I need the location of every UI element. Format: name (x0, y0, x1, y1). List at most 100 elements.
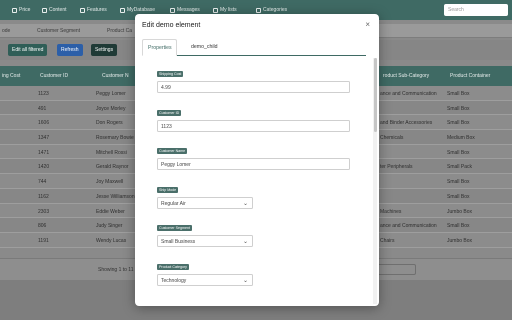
customer-name-input[interactable]: Peggy Lomer (157, 158, 350, 170)
cell-customer-name: Peggy Lomer (96, 91, 126, 97)
ship-mode-select[interactable]: Regular Air ⌄ (157, 197, 253, 209)
cell-customer-name: Wendy Lucas (96, 237, 127, 244)
cell-customer-id: 1420 (38, 164, 50, 171)
field-label: Customer Name (157, 148, 188, 154)
field-customer-name: Customer Name Peggy Lomer (157, 148, 350, 170)
star-icon (80, 7, 85, 13)
search-input[interactable]: Search (444, 4, 508, 16)
cell-customer-id: 1606 (38, 120, 50, 127)
filter-item[interactable]: Product Ca (107, 28, 132, 34)
tab-properties[interactable]: Properties (142, 39, 177, 56)
customer-id-input[interactable]: 1123 (157, 120, 350, 132)
cell-sub-category: and Binder Accessories (380, 120, 433, 127)
settings-button[interactable]: Settings (91, 44, 118, 56)
nav-item-features[interactable]: Features (80, 7, 107, 13)
cell-customer-id: 1123 (38, 91, 49, 97)
nav-item-label: Content (49, 7, 67, 13)
nav-item-categories[interactable]: Categories (256, 7, 287, 13)
chevron-down-icon: ⌄ (242, 278, 248, 284)
modal-title: Edit demo element (142, 22, 201, 29)
edit-modal: Edit demo element × Properties demo_chil… (135, 14, 379, 306)
cell-sub-category: ance and Communication (380, 91, 437, 97)
shipping-cost-input[interactable]: 4.99 (157, 81, 350, 93)
message-icon (170, 7, 175, 13)
cell-customer-name: Don Rogers (96, 120, 123, 127)
nav-item-my-lists[interactable]: My lists (213, 7, 237, 13)
cell-customer-id: 1347 (38, 135, 50, 142)
field-shipping-cost: Shipping Cost 4.99 (157, 71, 350, 93)
close-icon[interactable]: × (365, 21, 370, 29)
nav-item-label: Categories (263, 7, 288, 13)
page-size-select[interactable] (376, 264, 416, 275)
cell-sub-category: ter Peripherals (380, 164, 413, 171)
modal-scrollbar[interactable] (373, 58, 377, 304)
nav-item-label: MyDatabase (127, 7, 156, 13)
chevron-down-icon: ⌄ (242, 239, 248, 245)
grid-icon (256, 7, 261, 13)
cell-customer-id: 1191 (38, 237, 49, 244)
field-label: Ship Mode (157, 187, 179, 193)
nav-item-label: Features (87, 7, 107, 13)
select-value: Small Business (161, 239, 196, 245)
cell-customer-name: Judy Singer (96, 223, 123, 230)
pagination-info: Showing 1 to 11 (98, 267, 134, 273)
nav-item-label: My lists (220, 7, 237, 13)
nav-item-messages[interactable]: Messages (170, 7, 200, 13)
field-ship-mode: Ship Mode Regular Air ⌄ (157, 187, 253, 209)
cell-container: Small Box (447, 105, 470, 112)
field-customer-segment: Customer Segment Small Business ⌄ (157, 225, 253, 247)
column-header-product-container[interactable]: Product Container (450, 73, 490, 79)
cell-customer-name: Joy Maxwell (96, 179, 124, 186)
cell-customer-id: 806 (38, 223, 47, 230)
cell-container: Small Pack (447, 164, 473, 171)
scrollbar-thumb[interactable] (373, 58, 377, 132)
cell-customer-name: Gerald Raynor (96, 164, 129, 171)
field-label: Customer Segment (157, 225, 192, 231)
cell-container: Jumbo Box (447, 237, 473, 244)
cell-container: Small Box (447, 91, 470, 97)
cell-sub-category: Chemicals (380, 135, 404, 142)
filter-item[interactable]: ode (2, 28, 10, 34)
cell-customer-id: 1471 (38, 149, 50, 156)
cell-customer-name: Rosemary Bowie (96, 135, 134, 142)
cell-sub-category: ance and Communication (380, 223, 437, 230)
column-header-customer-name[interactable]: Customer N (102, 73, 129, 79)
cell-customer-id: 744 (38, 179, 47, 186)
cell-container: Small Box (447, 223, 470, 230)
column-header-product-sub-category[interactable]: roduct Sub-Category (383, 73, 429, 79)
nav-item-content[interactable]: Content (42, 7, 67, 13)
nav-item-label: Messages (177, 7, 200, 13)
cell-sub-category: Chairs (380, 237, 395, 244)
nav-item-label: Price (19, 7, 31, 13)
product-category-select[interactable]: Technology ⌄ (157, 274, 253, 286)
column-header-customer-id[interactable]: Customer ID (40, 73, 68, 79)
field-customer-id: Customer ID 1123 (157, 110, 350, 132)
nav-item-price[interactable]: Price (12, 7, 30, 13)
cell-customer-name: Jesse Williamson (96, 193, 135, 200)
cell-container: Small Box (447, 179, 470, 186)
cell-container: Jumbo Box (447, 208, 473, 215)
select-value: Technology (161, 278, 187, 284)
column-header-shipping-cost[interactable]: ing Cost (2, 73, 20, 79)
document-icon (42, 7, 47, 13)
cell-container: Medium Box (447, 135, 475, 142)
chevron-down-icon: ⌄ (242, 201, 248, 207)
edit-all-filtered-button[interactable]: Edit all filtered (8, 44, 48, 56)
select-value: Regular Air (161, 201, 186, 207)
cell-customer-name: Eddie Weber (96, 208, 125, 215)
cell-sub-category: Machines (380, 208, 402, 215)
cell-customer-id: 491 (38, 105, 47, 112)
list-icon (213, 7, 218, 13)
tab-demo-child[interactable]: demo_child (186, 39, 223, 56)
nav-item-mydatabase[interactable]: MyDatabase (120, 7, 155, 13)
tag-icon (12, 7, 17, 13)
cell-container: Small Box (447, 149, 470, 156)
database-icon (120, 7, 125, 13)
customer-segment-select[interactable]: Small Business ⌄ (157, 235, 253, 247)
field-label: Customer ID (157, 110, 182, 116)
field-product-category: Product Category Technology ⌄ (157, 264, 253, 286)
cell-customer-id: 1162 (38, 193, 49, 200)
filter-item[interactable]: Customer Segment (37, 28, 80, 34)
cell-container: Small Box (447, 120, 470, 127)
refresh-button[interactable]: Refresh (57, 44, 83, 56)
